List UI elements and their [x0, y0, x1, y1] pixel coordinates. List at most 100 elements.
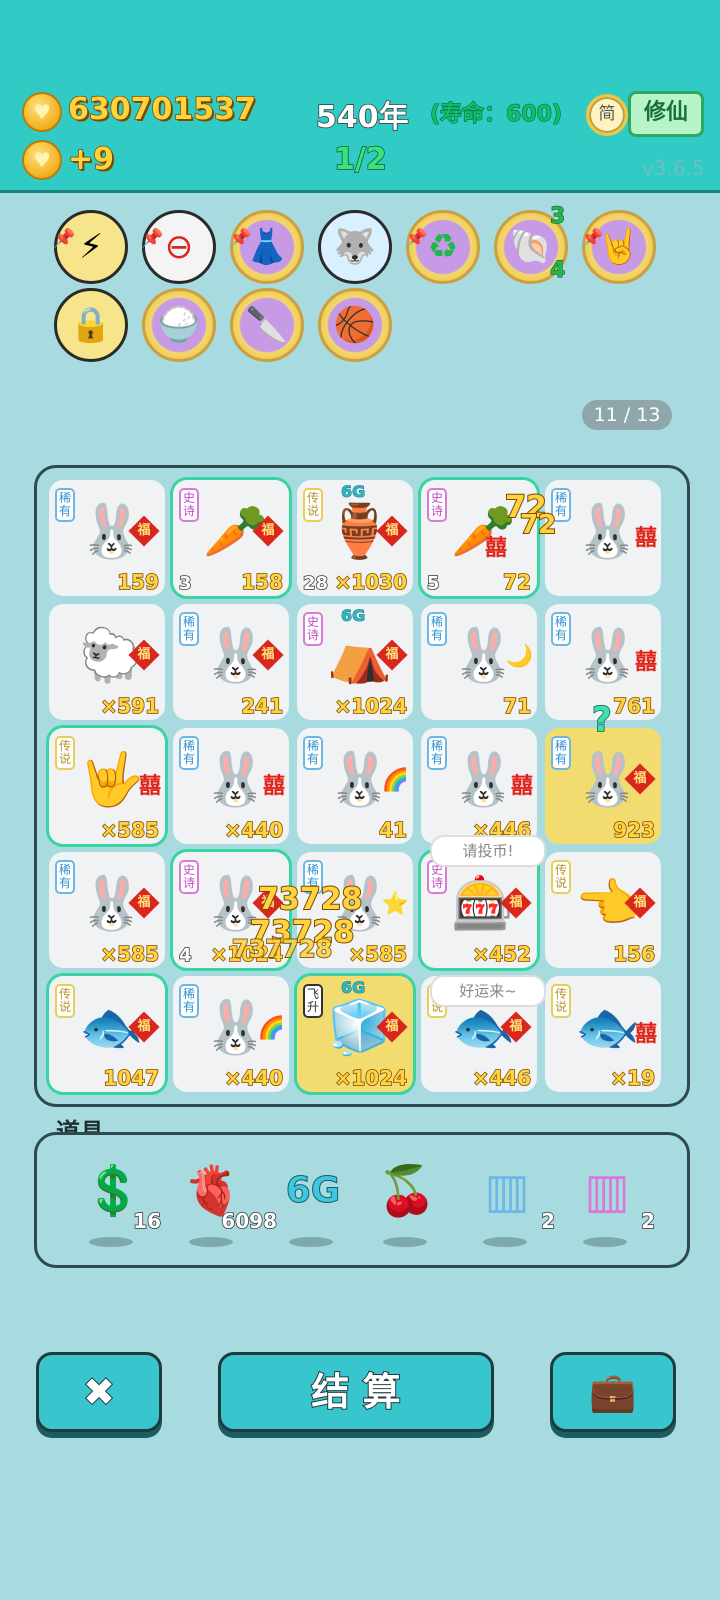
- cell-count: 1047: [103, 1065, 160, 1091]
- item-rare-pack[interactable]: ▥ 2: [467, 1149, 556, 1249]
- moon-icon: 🌙: [505, 644, 533, 669]
- rarity-tag: 稀有: [303, 736, 323, 770]
- pin-icon: 📌: [141, 228, 164, 249]
- sixg-label: 6G: [341, 606, 366, 626]
- rabbit-icon: 🐰: [203, 998, 268, 1058]
- item-lychee[interactable]: 🍒: [367, 1149, 447, 1249]
- board-cell[interactable]: 稀有 🐰 囍: [545, 480, 661, 596]
- rarity-tag: 稀有: [179, 984, 199, 1018]
- cell-count: 72: [502, 569, 531, 595]
- gold-income: +9: [67, 141, 115, 178]
- rarity-tag: 史诗: [179, 488, 199, 522]
- board-cell[interactable]: 稀有 🐰 福 241: [173, 604, 289, 720]
- item-coin[interactable]: 💲 16: [73, 1149, 162, 1249]
- board-cell[interactable]: 史诗 🎰 福 ×452: [421, 852, 537, 968]
- board-cell[interactable]: 🐑 福 ×591: [49, 604, 165, 720]
- relic-husky-icon[interactable]: 🐺: [318, 210, 392, 284]
- current-year: 540年: [315, 99, 409, 136]
- cell-count: 159: [117, 569, 160, 595]
- lychee-icon: 🍒: [377, 1163, 437, 1219]
- board-cell[interactable]: 传说 🐟 福 1047: [49, 976, 165, 1092]
- rarity-tag: 稀有: [427, 736, 447, 770]
- rarity-tag: 稀有: [427, 612, 447, 646]
- fu-badge-icon: 福: [500, 887, 532, 919]
- settle-label: 结 算: [310, 1369, 401, 1415]
- xi-badge-icon: 囍: [484, 536, 507, 561]
- fu-badge-icon: 福: [376, 515, 408, 547]
- sixg-icon: 6G: [285, 1170, 341, 1212]
- slot-board: 稀有 🐰 福 159 史诗 🥕 福 3 158 传说 6G 🏺 福 28 ×10…: [34, 465, 690, 1107]
- cell-count: ×446: [472, 1065, 532, 1091]
- xi-badge-icon: 囍: [634, 650, 657, 675]
- relic-basketballs-icon[interactable]: 🏀: [318, 288, 392, 362]
- xi-badge-icon: 囍: [138, 774, 161, 799]
- item-count: 2: [640, 1208, 655, 1234]
- relic-rock-hand-icon[interactable]: 📌 🤘: [581, 210, 656, 284]
- income-coin-icon: [22, 140, 62, 180]
- relic-safe-icon[interactable]: 🔒: [54, 288, 128, 362]
- cell-count: ×1024: [334, 1065, 408, 1091]
- version-label: v3.6.5: [642, 156, 705, 180]
- settle-button[interactable]: 结 算: [218, 1352, 494, 1432]
- rarity-tag: 传说: [55, 736, 75, 770]
- bag-button[interactable]: 💼: [550, 1352, 676, 1432]
- cell-count: ×585: [100, 817, 160, 843]
- rarity-tag: 传说: [55, 984, 75, 1018]
- item-liver[interactable]: 🫀 6098: [173, 1149, 278, 1249]
- pin-icon: 📌: [229, 228, 252, 249]
- gold-total: 630701537: [67, 91, 256, 128]
- item-6g[interactable]: 6G: [273, 1149, 353, 1249]
- cell-count: ×440: [224, 817, 284, 843]
- pin-icon: 📌: [405, 228, 428, 249]
- sixg-label: 6G: [341, 482, 366, 502]
- board-cell[interactable]: 飞升 6G 🧊 福 ×1024: [297, 976, 413, 1092]
- cultivation-mode-button[interactable]: 修仙: [628, 91, 704, 137]
- fu-badge-icon: 福: [500, 1011, 532, 1043]
- relic-skirt-icon[interactable]: 📌 👗: [229, 210, 304, 284]
- items-panel: 💲 16 🫀 6098 6G 🍒 ▥ 2 ▥ 2: [34, 1132, 690, 1268]
- rabbit-icon: 🐰: [575, 502, 640, 562]
- relic-lightning-icon[interactable]: 📌 ⚡: [53, 210, 128, 284]
- rabbit-icon: 🐰: [203, 750, 268, 810]
- yellow-hand-icon: 🤟: [79, 750, 144, 810]
- rarity-tag: 史诗: [427, 488, 447, 522]
- rarity-tag: 稀有: [551, 612, 571, 646]
- board-cell[interactable]: 传说 🤟 囍 ×585: [49, 728, 165, 844]
- cancel-button[interactable]: ✖: [36, 1352, 162, 1432]
- relic-recycle-icon[interactable]: 📌 ♻: [405, 210, 480, 284]
- board-cell[interactable]: 史诗 6G ⛺ 福 ×1024: [297, 604, 413, 720]
- board-cell[interactable]: 稀有 🐰 🌙 71: [421, 604, 537, 720]
- cell-left-count: 28: [302, 572, 329, 595]
- pin-icon: 📌: [581, 228, 604, 249]
- fu-badge-icon: 福: [624, 763, 656, 795]
- xi-badge-icon: 囍: [262, 774, 285, 799]
- board-cell[interactable]: 史诗 🥕 福 3 158: [173, 480, 289, 596]
- board-cell[interactable]: 传说 👈 福 156: [545, 852, 661, 968]
- item-epic-pack[interactable]: ▥ 2: [567, 1149, 656, 1249]
- fu-badge-icon: 福: [128, 887, 160, 919]
- board-cell[interactable]: 稀有 🐰 囍 ×440: [173, 728, 289, 844]
- fu-badge-icon: 福: [624, 887, 656, 919]
- board-cell[interactable]: 稀有 🐰 福 159: [49, 480, 165, 596]
- shell-count-bottom: 4: [549, 258, 566, 284]
- koi-fish-icon: 🐟: [575, 998, 640, 1058]
- relic-rice-bowls-icon[interactable]: 🍚: [142, 288, 216, 362]
- board-cell[interactable]: 稀有 🐰 福 ×585: [49, 852, 165, 968]
- board-cell[interactable]: 稀有 🐰 囍 ×446: [421, 728, 537, 844]
- cell-count: ×1030: [334, 569, 408, 595]
- relic-minus-icon[interactable]: 📌 ⊖: [141, 210, 216, 284]
- board-cell[interactable]: 传说 6G 🏺 福 28 ×1030: [297, 480, 413, 596]
- rarity-tag: 飞升: [303, 984, 323, 1018]
- board-cell[interactable]: 稀有 🐰 🌈 ×440: [173, 976, 289, 1092]
- board-cell[interactable]: 传说 🐟 囍 ×19: [545, 976, 661, 1092]
- page-indicator: 11 / 13: [582, 400, 672, 430]
- fu-badge-icon: 福: [128, 1011, 160, 1043]
- language-toggle-button[interactable]: 简: [586, 94, 628, 136]
- pin-icon: 📌: [53, 228, 76, 249]
- board-cell-highlighted[interactable]: 稀有 🐰 福 923: [545, 728, 661, 844]
- relic-cleaver-icon[interactable]: 🔪: [230, 288, 304, 362]
- item-count: 2: [540, 1208, 555, 1234]
- rarity-tag: 史诗: [303, 612, 323, 646]
- rarity-tag: 稀有: [55, 488, 75, 522]
- board-cell[interactable]: 稀有 🐰 🌈 41: [297, 728, 413, 844]
